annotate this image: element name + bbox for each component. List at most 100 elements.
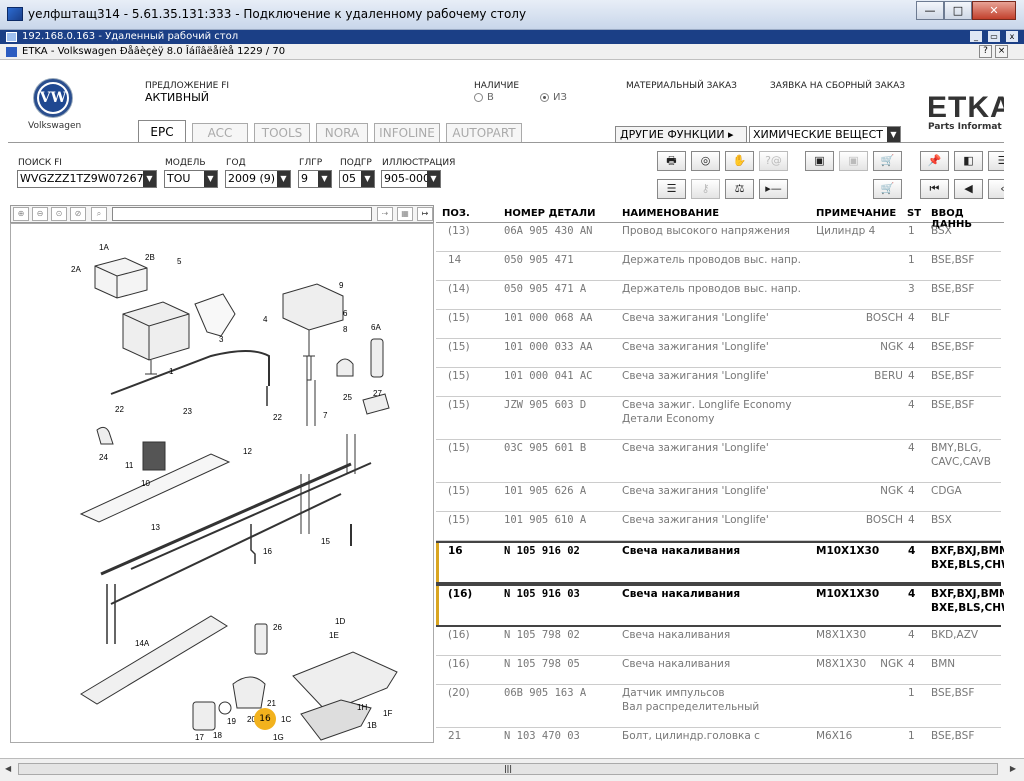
label-6a[interactable]: 6A [371,323,381,332]
col-name[interactable]: НАИМЕНОВАНИЕ [622,208,719,219]
chevron-down-icon[interactable]: ▼ [427,171,440,187]
tab-acc[interactable]: ACC [192,123,248,142]
print-icon[interactable]: 🖶 [657,151,686,171]
scroll-right-icon[interactable]: ▶ [1010,764,1016,773]
rdp-restore-button[interactable]: ▭ [988,31,1000,42]
highlighted-callout[interactable]: 16 [254,708,276,730]
table-row[interactable]: (14) 050 905 471 A Держатель проводов выс.… [436,281,1001,310]
zoom-out-icon[interactable]: ⊖ [32,207,48,221]
tab-epc[interactable]: EPC [138,120,186,142]
scale-icon[interactable]: ⚖ [725,179,754,199]
label-22-left[interactable]: 22 [115,405,124,414]
table-row[interactable]: (16) N 105 916 03 Свеча накаливания M10X1X3… [436,584,1004,627]
label-5[interactable]: 5 [177,257,182,266]
assembly-order-link[interactable]: ЗАЯВКА НА СБОРНЫЙ ЗАКАЗ [770,81,905,91]
label-1g[interactable]: 1G [273,733,284,742]
label-10[interactable]: 10 [141,479,150,488]
label-14a[interactable]: 14A [135,639,150,648]
chevron-down-icon[interactable]: ▼ [887,127,900,142]
label-1e[interactable]: 1E [329,631,339,640]
zoom-reset-icon[interactable]: ⊘ [70,207,86,221]
illustration-search-input[interactable] [112,207,372,221]
back-icon[interactable]: ‹ [988,179,1004,199]
label-17[interactable]: 17 [195,733,204,742]
label-13[interactable]: 13 [151,523,160,532]
table-row[interactable]: (20) 06B 905 163 A Датчик импульсов Вал рас… [436,685,1001,728]
chevron-down-icon[interactable]: ▼ [361,171,374,187]
table-row[interactable]: 16 N 105 916 02 Свеча накаливания M10X1X30 4… [436,541,1004,584]
play-minus-icon[interactable]: ▸— [759,179,788,199]
label-3[interactable]: 3 [219,335,224,344]
search-at-icon[interactable]: ?@ [759,151,788,171]
label-7[interactable]: 7 [323,411,328,420]
label-26[interactable]: 26 [273,623,282,632]
cart-add-icon[interactable]: 🛒 [873,151,902,171]
table-row[interactable]: (13) 06A 905 430 AN Провод высокого напряж… [436,223,1001,252]
chevron-down-icon[interactable]: ▼ [204,171,217,187]
chemicals-select[interactable]: ХИМИЧЕСКИЕ ВЕЩЕСТ ▼ [749,126,901,143]
illustration-panel[interactable]: 1A 2B 2A 5 4 3 9 6 8 1 6A 23 22 22 7 25 … [10,223,434,743]
label-19[interactable]: 19 [227,717,236,726]
label-9[interactable]: 9 [339,281,344,290]
fi-search-input[interactable]: WVGZZZ1TZ9W07267 ▼ [17,170,157,188]
window-list-icon[interactable]: ☰ [988,151,1004,171]
main-group-select[interactable]: 9 ▼ [298,170,332,188]
label-24[interactable]: 24 [99,453,108,462]
label-2a[interactable]: 2A [71,265,81,274]
other-functions-button[interactable]: ДРУГИЕ ФУНКЦИИ ▸ [615,126,747,143]
label-23[interactable]: 23 [183,407,192,416]
table-row[interactable]: (15) 101 000 041 AC Свеча зажигания 'Longl… [436,368,1001,397]
window-left-icon[interactable]: ◧ [954,151,983,171]
tab-nora[interactable]: NORA [316,123,368,142]
table-row[interactable]: (15) 101 905 610 A Свеча зажигания 'Longli… [436,512,1001,541]
tab-tools[interactable]: TOOLS [254,123,310,142]
label-16[interactable]: 16 [263,547,272,556]
split-icon[interactable]: ↦ [417,207,433,221]
pin-icon[interactable]: 📌 [920,151,949,171]
horizontal-scrollbar[interactable]: ◀ ||| ▶ [0,758,1024,781]
table-row[interactable]: 14 050 905 471 Держатель проводов выс. нап… [436,252,1001,281]
table-row[interactable]: (16) N 105 798 02 Свеча накаливания M8X1X30… [436,627,1001,656]
etka-close-button[interactable]: × [995,45,1008,58]
chevron-down-icon[interactable]: ▼ [143,171,156,187]
chevron-down-icon[interactable]: ▼ [318,171,331,187]
radio-v[interactable]: В [474,92,494,103]
col-st[interactable]: ST [907,208,921,219]
scroll-left-icon[interactable]: ◀ [5,764,11,773]
material-order-link[interactable]: МАТЕРИАЛЬНЫЙ ЗАКАЗ [626,81,737,91]
table-row[interactable]: (15) JZW 905 603 D Свеча зажиг. Longlife E… [436,397,1001,440]
label-1c[interactable]: 1C [281,715,291,724]
label-25[interactable]: 25 [343,393,352,402]
table-row[interactable]: (15) 03C 905 601 B Свеча зажигания 'Longli… [436,440,1001,483]
label-11[interactable]: 11 [125,461,134,470]
label-1d[interactable]: 1D [335,617,345,626]
label-2b[interactable]: 2B [145,253,155,262]
depot-icon[interactable]: ▣ [839,151,868,171]
prev-page-icon[interactable]: ◀ [954,179,983,199]
illustration-select[interactable]: 905-000 ▼ [381,170,441,188]
horizontal-scroll-thumb[interactable]: ||| [18,763,998,775]
label-8[interactable]: 8 [343,325,348,334]
list-icon[interactable]: ☰ [657,179,686,199]
model-select[interactable]: TOU ▼ [164,170,218,188]
close-button[interactable]: ✕ [972,1,1016,20]
label-21[interactable]: 21 [267,699,276,708]
layout-icon[interactable]: ▦ [397,207,413,221]
table-row[interactable]: (15) 101 000 068 AA Свеча зажигания 'Longl… [436,310,1001,339]
table-row[interactable]: (15) 101 000 033 AA Свеча зажигания 'Longl… [436,339,1001,368]
label-1f[interactable]: 1F [383,709,392,718]
elsa-icon[interactable]: ▣ [805,151,834,171]
cart-icon[interactable]: 🛒 [873,179,902,199]
rdp-close-button[interactable]: x [1006,31,1018,42]
magnify-icon[interactable]: ⌕ [91,207,107,221]
key-icon[interactable]: ⚷ [691,179,720,199]
label-15[interactable]: 15 [321,537,330,546]
label-1[interactable]: 1 [169,367,174,376]
col-part-number[interactable]: НОМЕР ДЕТАЛИ [504,208,595,219]
tab-infoline[interactable]: INFOLINE [374,123,440,142]
label-4[interactable]: 4 [263,315,268,324]
table-row[interactable]: 21N 103 470 03Болт, цилиндр.головка свну… [436,728,1001,743]
table-row[interactable]: (16) N 105 798 05 Свеча накаливания M8X1X30… [436,656,1001,685]
label-27[interactable]: 27 [373,389,382,398]
handshake-icon[interactable]: ✋ [725,151,754,171]
